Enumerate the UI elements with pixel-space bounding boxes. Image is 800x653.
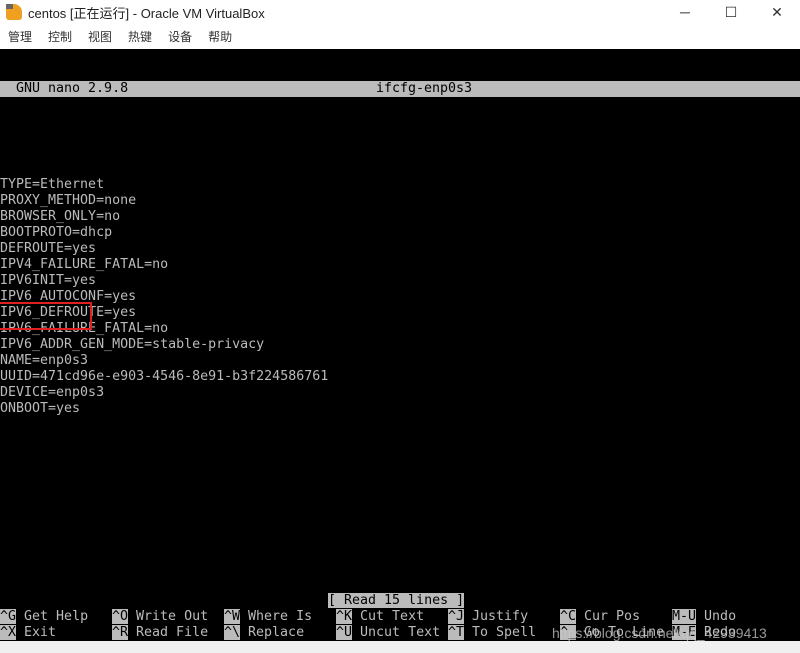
shortcut-label: Replace [248, 625, 305, 640]
nano-header: GNU nano 2.9.8 ifcfg-enp0s3 [0, 81, 800, 97]
shortcut-key: ^X [0, 625, 17, 640]
shortcut-read-file[interactable]: ^R Read File [112, 625, 208, 641]
shortcut-label: Undo [704, 609, 737, 624]
file-line: BROWSER_ONLY=no [0, 209, 121, 224]
shortcut-key: ^W [224, 609, 241, 624]
file-content[interactable]: TYPE=Ethernet PROXY_METHOD=none BROWSER_ON… [0, 177, 800, 417]
watermark: https://blog.csdn.net/qq_42939413 [552, 625, 767, 641]
shortcut-label: Uncut Text [360, 625, 441, 640]
file-line: IPV6_FAILURE_FATAL=no [0, 321, 169, 336]
onboot-highlight-box [0, 302, 92, 330]
shortcut-key: ^J [448, 609, 465, 624]
menu-bar: 管理 控制 视图 热键 设备 帮助 [0, 24, 800, 49]
shortcut-cur-pos[interactable]: ^C Cur Pos [560, 609, 640, 625]
file-line: TYPE=Ethernet [0, 177, 105, 192]
file-line: PROXY_METHOD=none [0, 193, 137, 208]
file-line: IPV6_ADDR_GEN_MODE=stable-privacy [0, 337, 265, 352]
shortcut-cut-text[interactable]: ^K Cut Text [336, 609, 424, 625]
virtualbox-icon [6, 4, 22, 20]
shortcut-where-is[interactable]: ^W Where Is [224, 609, 312, 625]
window-title: centos [正在运行] - Oracle VM VirtualBox [28, 5, 265, 21]
shortcut-label: Cur Pos [584, 609, 641, 624]
shortcut-key: ^U [336, 625, 353, 640]
shortcut-label: To Spell [472, 625, 537, 640]
shortcut-key: ^O [112, 609, 129, 624]
file-line: IPV4_FAILURE_FATAL=no [0, 257, 169, 272]
shortcut-label: Exit [24, 625, 57, 640]
shortcut-label: Read File [136, 625, 209, 640]
shortcut-key: ^\ [224, 625, 241, 640]
file-line: DEVICE=enp0s3 [0, 385, 105, 400]
menu-view[interactable]: 视图 [80, 28, 120, 45]
file-line: IPV6_AUTOCONF=yes [0, 289, 137, 304]
shortcut-key: ^G [0, 609, 17, 624]
shortcut-key: M-U [672, 609, 697, 624]
file-line: IPV6_DEFROUTE=yes [0, 305, 137, 320]
shortcut-write-out[interactable]: ^O Write Out [112, 609, 208, 625]
shortcut-to-spell[interactable]: ^T To Spell [448, 625, 536, 641]
nano-version: GNU nano 2.9.8 [16, 81, 129, 96]
shortcut-key: ^R [112, 625, 129, 640]
menu-hotkeys[interactable]: 热键 [120, 28, 160, 45]
menu-help[interactable]: 帮助 [200, 28, 240, 45]
file-line: DEFROUTE=yes [0, 241, 97, 256]
file-line: UUID=471cd96e-e903-4546-8e91-b3f22458676… [0, 369, 329, 384]
shortcut-label: Cut Text [360, 609, 425, 624]
menu-control[interactable]: 控制 [40, 28, 80, 45]
shortcut-key: ^C [560, 609, 577, 624]
shortcut-key: ^T [448, 625, 465, 640]
menu-devices[interactable]: 设备 [160, 28, 200, 45]
status-strip [0, 641, 800, 653]
shortcut-replace[interactable]: ^\ Replace [224, 625, 304, 641]
shortcut-label: Get Help [24, 609, 89, 624]
maximize-button[interactable]: ☐ [708, 4, 754, 21]
shortcut-row-1: ^G Get Help ^O Write Out ^W Where Is ^K Cut… [0, 609, 800, 625]
close-button[interactable]: ✕ [754, 4, 800, 21]
shortcut-get-help[interactable]: ^G Get Help [0, 609, 88, 625]
file-line: NAME=enp0s3 [0, 353, 89, 368]
shortcut-label: Write Out [136, 609, 209, 624]
file-line: IPV6INIT=yes [0, 273, 97, 288]
shortcut-label: Where Is [248, 609, 313, 624]
title-bar: centos [正在运行] - Oracle VM VirtualBox ─ ☐… [0, 0, 800, 24]
file-line: BOOTPROTO=dhcp [0, 225, 113, 240]
minimize-button[interactable]: ─ [662, 4, 708, 20]
file-line: ONBOOT=yes [0, 401, 81, 416]
shortcut-exit[interactable]: ^X Exit [0, 625, 56, 641]
shortcut-undo[interactable]: M-U Undo [672, 609, 736, 625]
menu-manage[interactable]: 管理 [0, 28, 40, 45]
nano-filename: ifcfg-enp0s3 [376, 81, 473, 96]
terminal-screen[interactable]: GNU nano 2.9.8 ifcfg-enp0s3 TYPE=Etherne… [0, 49, 800, 641]
shortcut-label: Justify [472, 609, 529, 624]
shortcut-uncut-text[interactable]: ^U Uncut Text [336, 625, 440, 641]
status-message: [ Read 15 lines ] [328, 593, 465, 608]
shortcut-key: ^K [336, 609, 353, 624]
shortcut-justify[interactable]: ^J Justify [448, 609, 528, 625]
